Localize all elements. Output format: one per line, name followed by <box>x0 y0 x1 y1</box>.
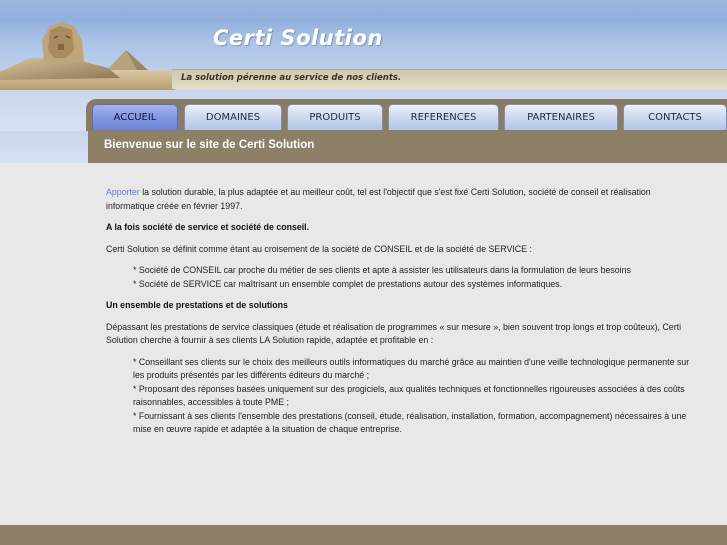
intro-link[interactable]: Apporter <box>106 187 140 197</box>
tagline-bar: La solution pérenne au service de nos cl… <box>172 69 727 89</box>
section-heading-service-conseil: A la fois société de service et société … <box>106 222 310 232</box>
sphinx-pyramid-banner-image <box>0 22 175 90</box>
tagline: La solution pérenne au service de nos cl… <box>181 73 402 83</box>
tab-domaines[interactable]: DOMAINES <box>184 104 282 130</box>
bullet-service: * Société de SERVICE car maîtrisant un e… <box>133 278 563 289</box>
section-heading-prestations: Un ensemble de prestations et de solutio… <box>106 300 288 310</box>
site-title: Certi Solution <box>213 26 383 50</box>
tab-partenaires[interactable]: PARTENAIRES <box>504 104 618 130</box>
bullet-conseil: * Société de CONSEIL car proche du métie… <box>133 265 631 275</box>
bullet-proposant: * Proposant des réponses basées uniqueme… <box>133 383 685 408</box>
paragraph-croisement: Certi Solution se définit comme étant au… <box>106 243 532 254</box>
page-title-bar: Bienvenue sur le site de Certi Solution <box>0 131 727 163</box>
tab-contacts[interactable]: CONTACTS <box>623 104 727 130</box>
bullet-fournissant: * Fournissant à ses clients l'ensemble d… <box>133 410 687 435</box>
site-header: Certi Solution La solution pérenne au se… <box>0 0 727 90</box>
footer-bar <box>0 525 727 545</box>
tab-accueil[interactable]: ACCUEIL <box>92 104 178 130</box>
intro-paragraph: Apporter la solution durable, la plus ad… <box>106 186 691 213</box>
paragraph-depassant: Dépassant les prestations de service cla… <box>106 321 682 346</box>
intro-text: la solution durable, la plus adaptée et … <box>106 187 651 211</box>
title-bar-left-filler <box>0 131 88 163</box>
tab-produits[interactable]: PRODUITS <box>287 104 383 130</box>
bullet-conseillant: * Conseillant ses clients sur le choix d… <box>133 356 690 381</box>
tab-references[interactable]: REFERENCES <box>388 104 499 130</box>
page-title: Bienvenue sur le site de Certi Solution <box>104 139 315 151</box>
main-content: Apporter la solution durable, la plus ad… <box>106 186 691 445</box>
